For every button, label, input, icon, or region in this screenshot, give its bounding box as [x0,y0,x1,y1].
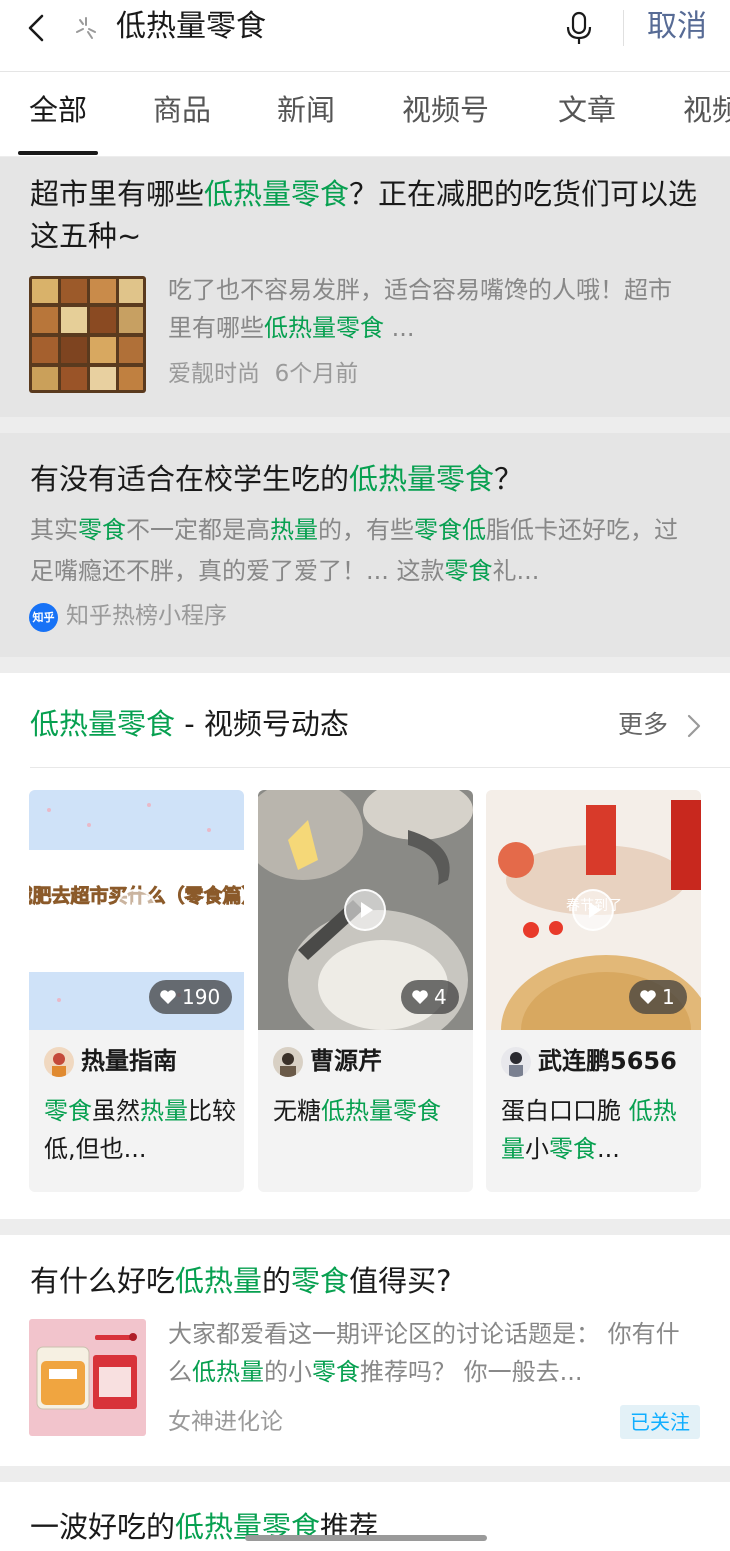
tab-channels[interactable]: 视频号 [402,88,489,132]
chevron-right-icon[interactable] [684,711,704,741]
tab-videos[interactable]: 视频 [683,88,730,132]
channel-video-card[interactable]: 4 曹源芹 无糖低热量零食 [258,790,473,1192]
active-tab-indicator [18,151,98,155]
result-meta: 爱靓时尚 6个月前 [168,358,358,390]
play-icon[interactable] [115,889,157,931]
result-summary: 其实零食不一定都是高热量的，有些零食低脂低卡还好吃，过足嘴瘾还不胖，真的爱了爱了… [30,516,678,585]
zhihu-icon: 知乎 [29,603,58,632]
search-bar: 低热量零食 取消 [0,0,730,72]
result-title[interactable]: 有什么好吃低热量的零食值得买? [30,1260,700,1302]
microphone-icon[interactable] [562,10,596,46]
author-name[interactable]: 曹源芹 [310,1042,382,1080]
back-icon[interactable] [22,12,54,44]
play-icon[interactable] [344,889,386,931]
play-icon[interactable] [572,889,614,931]
timestamp: 6个月前 [274,361,359,387]
cancel-button[interactable]: 取消 [647,7,707,47]
tab-bar: 全部 商品 新闻 视频号 文章 视频 [0,72,730,156]
result-card[interactable]: 有什么好吃低热量的零食值得买? 大家都爱看这一期评论区的讨论话题是： 你有什么低… [0,1235,730,1466]
tab-all[interactable]: 全部 [29,88,87,132]
result-summary: 吃了也不容易发胖，适合容易嘴馋的人哦！超市里有哪些低热量零食 ... [168,276,672,342]
author-name[interactable]: 武连鹏5656 [538,1042,677,1080]
tab-news[interactable]: 新闻 [277,88,335,132]
heart-icon [412,990,428,1004]
nuts-thumbnail [29,276,146,393]
likes-badge: 190 [149,980,233,1014]
divider [623,10,624,46]
bread-thumbnail [29,1319,146,1436]
likes-badge: 4 [401,980,459,1014]
result-summary: 大家都爱看这一期评论区的讨论话题是： 你有什么低热量的小零食推荐吗？ 你一般去.… [168,1320,680,1386]
followed-badge[interactable]: 已关注 [620,1405,700,1439]
channel-video-card[interactable]: 春节到了 1 武连鹏5656 蛋白口口脆 低热量小零食... [486,790,701,1192]
avatar[interactable] [273,1047,303,1077]
channel-video-card[interactable]: 减肥去超市买什么（零食篇） 190 热量指南 零食虽然热量比较低,但也... [29,790,244,1192]
home-indicator[interactable] [245,1535,487,1541]
source-name[interactable]: 女神进化论 [168,1406,283,1438]
video-caption: 无糖低热量零食 [273,1097,441,1125]
author-name[interactable]: 热量指南 [81,1042,177,1080]
result-title[interactable]: 有没有适合在校学生吃的低热量零食？ [30,458,700,500]
result-title[interactable]: 一波好吃的低热量零食推荐 [30,1506,700,1548]
section-title: 低热量零食 - 视频号动态 [30,707,349,741]
more-link[interactable]: 更多 [618,707,668,743]
divider [30,767,730,768]
source-name[interactable]: 知乎热榜小程序 [66,600,227,632]
heart-icon [160,990,176,1004]
search-input[interactable]: 低热量零食 [116,7,266,47]
sparkle-icon [76,17,96,39]
result-title[interactable]: 超市里有哪些低热量零食？正在减肥的吃货们可以选这五种~ [30,173,700,257]
likes-badge: 1 [629,980,687,1014]
video-caption: 蛋白口口脆 低热量小零食... [501,1097,677,1163]
tab-articles[interactable]: 文章 [558,88,616,132]
video-caption: 零食虽然热量比较低,但也... [44,1097,236,1163]
tab-products[interactable]: 商品 [153,88,211,132]
result-card[interactable]: 超市里有哪些低热量零食？正在减肥的吃货们可以选这五种~ 吃了也不容易发胖，适合容… [0,157,730,417]
source-name[interactable]: 爱靓时尚 [168,361,260,387]
channels-section: 低热量零食 - 视频号动态 更多 减肥去超市买什么（零食篇） 190 热量指南 … [0,673,730,1219]
heart-icon [640,990,656,1004]
avatar[interactable] [501,1047,531,1077]
result-card[interactable]: 有没有适合在校学生吃的低热量零食？ 其实零食不一定都是高热量的，有些零食低脂低卡… [0,433,730,657]
avatar[interactable] [44,1047,74,1077]
